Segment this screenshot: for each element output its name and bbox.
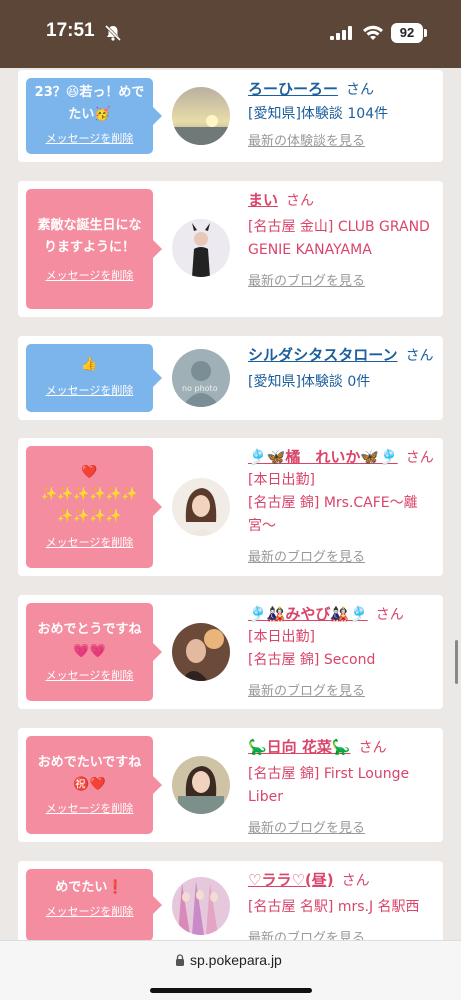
user-detail: [愛知県]体験談 0件: [248, 374, 371, 390]
user-name-link[interactable]: 🦕日向 花菜🦕: [248, 738, 351, 756]
user-info: 🦕日向 花菜🦕 さん [名古屋 錦] First Lounge Liber 最新の…: [248, 736, 438, 836]
avatar[interactable]: no photo: [172, 349, 230, 407]
latest-blog-link[interactable]: 最新のブログを見る: [248, 817, 438, 836]
url-text[interactable]: sp.pokepara.jp: [190, 952, 282, 968]
latest-blog-link[interactable]: 最新のブログを見る: [248, 546, 438, 565]
avatar[interactable]: [172, 877, 230, 935]
latest-review-link[interactable]: 最新の体験談を見る: [248, 130, 438, 149]
avatar[interactable]: [172, 478, 230, 536]
honorific: さん: [346, 82, 375, 98]
user-info: まい さん [名古屋 金山] CLUB GRAND GENIE KANAYAMA …: [248, 189, 438, 289]
cellular-signal-icon: [330, 26, 352, 40]
avatar[interactable]: [172, 87, 230, 145]
user-detail: [名古屋 錦] Mrs.CAFE〜離宮〜: [248, 495, 418, 534]
delete-message-link[interactable]: メッセージを削除: [26, 130, 153, 146]
user-name-link[interactable]: ♡ララ♡(昼): [248, 871, 334, 889]
lock-icon: [176, 954, 184, 966]
message-text: ❤️ ✨✨✨✨✨✨ ✨✨✨✨: [40, 465, 139, 524]
latest-blog-link[interactable]: 最新のブログを見る: [248, 927, 438, 940]
user-name-link[interactable]: まい: [248, 191, 278, 209]
user-name-link[interactable]: 🎐🎎みやび🎎🎐: [248, 605, 368, 623]
honorific: さん: [375, 607, 404, 623]
latest-blog-link[interactable]: 最新のブログを見る: [248, 270, 438, 289]
browser-address-bar[interactable]: sp.pokepara.jp: [0, 940, 461, 1000]
honorific: さん: [341, 873, 370, 889]
avatar[interactable]: [172, 623, 230, 681]
list-item: おめでとうですね💗💗 メッセージを削除 🎐🎎みやび🎎🎐 さん [本日出勤] [名古…: [18, 595, 443, 709]
delete-message-link[interactable]: メッセージを削除: [26, 903, 153, 919]
list-item: 素敵な誕生日になりますように！ メッセージを削除 まい さん [名古屋 金山] C…: [18, 181, 443, 317]
list-item: 👍 メッセージを削除 no photo シルダシタスタローン さん [愛知県]体験…: [18, 336, 443, 420]
status-time: 17:51: [46, 20, 95, 41]
user-info: 🎐🎎みやび🎎🎐 さん [本日出勤] [名古屋 錦] Second 最新のブログを見…: [248, 603, 438, 699]
list-item: 23？😆若っ！めでたい🥳 メッセージを削除 ろーひーろー さん [愛知県]体験談 …: [18, 70, 443, 162]
message-bubble: おめでたいですね㊗️❤️ メッセージを削除: [26, 736, 162, 834]
user-info: 🎐🦋橘 れいか🦋🎐 さん [本日出勤] [名古屋 錦] Mrs.CAFE〜離宮〜 …: [248, 446, 438, 565]
list-item: めでたい❗️ メッセージを削除 ♡ララ♡(昼) さん [名古屋 名駅] mrs.J…: [18, 861, 443, 940]
user-detail: [本日出勤]: [248, 629, 315, 645]
message-text: 23？😆若っ！めでたい🥳: [34, 85, 145, 122]
message-bubble: 素敵な誕生日になりますように！ メッセージを削除: [26, 189, 162, 309]
battery-indicator: 92: [391, 23, 423, 43]
bell-muted-icon: [104, 24, 122, 42]
honorific: さん: [358, 740, 387, 756]
message-text: おめでとうですね💗💗: [37, 622, 142, 659]
user-name-link[interactable]: 🎐🦋橘 れいか🦋🎐: [248, 448, 398, 466]
avatar[interactable]: [172, 756, 230, 814]
home-indicator[interactable]: [150, 988, 312, 993]
message-bubble: めでたい❗️ メッセージを削除: [26, 869, 162, 940]
avatar[interactable]: [172, 219, 230, 277]
message-text: おめでたいですね㊗️❤️: [37, 755, 142, 792]
user-name-link[interactable]: シルダシタスタローン: [248, 346, 398, 364]
user-detail: [名古屋 錦] Second: [248, 652, 376, 668]
user-detail: [本日出勤]: [248, 472, 315, 488]
delete-message-link[interactable]: メッセージを削除: [26, 534, 153, 550]
user-info: シルダシタスタローン さん [愛知県]体験談 0件: [248, 344, 438, 394]
honorific: さん: [405, 450, 434, 466]
message-text: 👍: [81, 357, 98, 372]
user-info: ろーひーろー さん [愛知県]体験談 104件 最新の体験談を見る: [248, 78, 438, 149]
message-bubble: ❤️ ✨✨✨✨✨✨ ✨✨✨✨ メッセージを削除: [26, 446, 162, 568]
delete-message-link[interactable]: メッセージを削除: [26, 382, 153, 398]
message-bubble: 👍 メッセージを削除: [26, 344, 162, 412]
message-text: 素敵な誕生日になりますように！: [37, 218, 142, 255]
user-detail: [名古屋 金山] CLUB GRAND GENIE KANAYAMA: [248, 219, 430, 258]
delete-message-link[interactable]: メッセージを削除: [26, 800, 153, 816]
no-photo-label: no photo: [182, 384, 218, 393]
list-item: ❤️ ✨✨✨✨✨✨ ✨✨✨✨ メッセージを削除 🎐🦋橘 れいか🦋🎐 さん [本日出…: [18, 438, 443, 576]
honorific: さん: [286, 193, 315, 209]
delete-message-link[interactable]: メッセージを削除: [26, 667, 153, 683]
latest-blog-link[interactable]: 最新のブログを見る: [248, 680, 438, 699]
message-bubble: 23？😆若っ！めでたい🥳 メッセージを削除: [26, 78, 162, 154]
user-info: ♡ララ♡(昼) さん [名古屋 名駅] mrs.J 名駅西 最新のブログを見る: [248, 869, 438, 940]
scrollbar-thumb[interactable]: [455, 640, 458, 684]
user-name-link[interactable]: ろーひーろー: [248, 80, 338, 98]
user-detail: [名古屋 錦] First Lounge Liber: [248, 766, 410, 805]
battery-nub: [424, 29, 427, 37]
list-item: おめでたいですね㊗️❤️ メッセージを削除 🦕日向 花菜🦕 さん [名古屋 錦] …: [18, 728, 443, 842]
birthday-message-list[interactable]: 23？😆若っ！めでたい🥳 メッセージを削除 ろーひーろー さん [愛知県]体験談 …: [0, 68, 461, 940]
status-bar: 17:51 92: [0, 0, 461, 68]
delete-message-link[interactable]: メッセージを削除: [26, 267, 153, 283]
wifi-icon: [363, 25, 383, 40]
message-bubble: おめでとうですね💗💗 メッセージを削除: [26, 603, 162, 701]
user-detail: [名古屋 名駅] mrs.J 名駅西: [248, 899, 420, 915]
honorific: さん: [405, 348, 434, 364]
user-detail: [愛知県]体験談 104件: [248, 106, 389, 122]
message-text: めでたい❗️: [55, 880, 124, 895]
